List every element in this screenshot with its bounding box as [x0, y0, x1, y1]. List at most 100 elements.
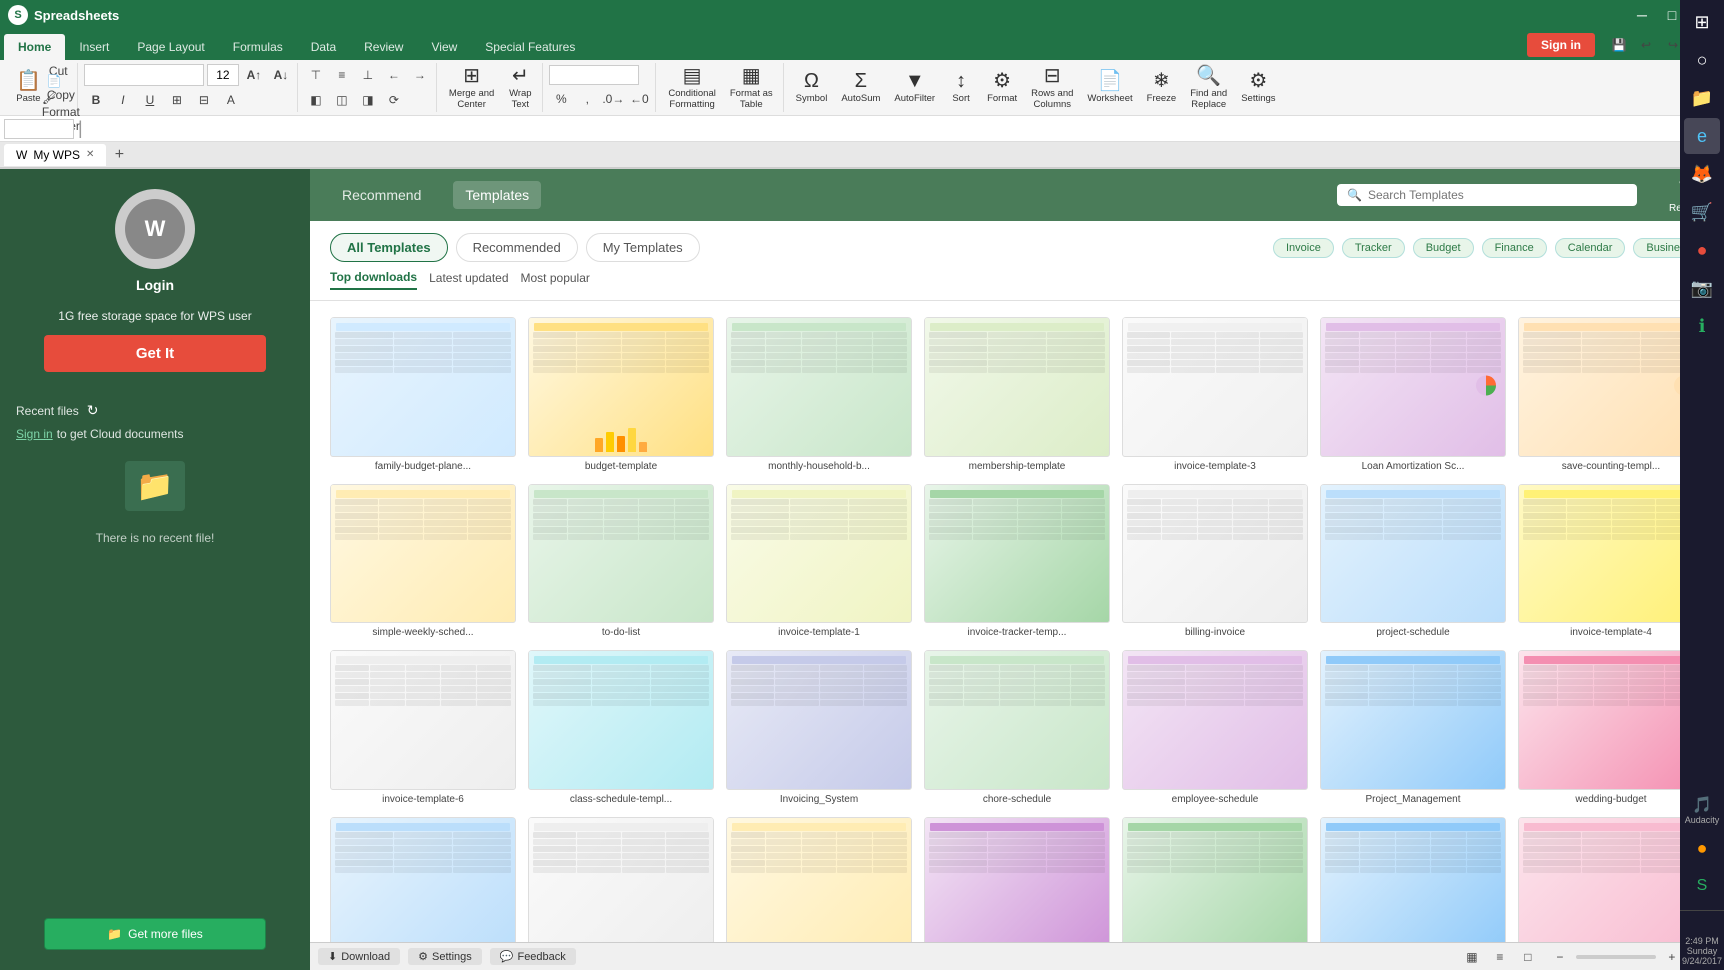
symbol-button[interactable]: Ω Symbol	[790, 65, 834, 111]
template-item[interactable]: chore-schedule	[924, 650, 1110, 805]
win-explorer-icon[interactable]: 📁	[1684, 80, 1720, 116]
bold-button[interactable]: B	[84, 89, 108, 111]
comma-button[interactable]: ,	[575, 88, 599, 110]
win-wps-sheet-icon[interactable]: S	[1684, 868, 1720, 904]
template-item[interactable]: billing-invoice	[1122, 484, 1308, 639]
filter-all-templates[interactable]: All Templates	[330, 233, 448, 262]
add-sheet-button[interactable]: +	[108, 144, 130, 166]
win-firefox-icon[interactable]: 🦊	[1684, 156, 1720, 192]
nav-templates[interactable]: Templates	[453, 181, 541, 209]
nav-recommend[interactable]: Recommend	[330, 181, 433, 209]
feedback-button[interactable]: 💬 Feedback	[490, 948, 576, 965]
template-item[interactable]: project-schedule	[1320, 484, 1506, 639]
get-it-button[interactable]: Get It	[44, 335, 266, 372]
percent-button[interactable]: %	[549, 88, 573, 110]
win-orange-dot-icon[interactable]: ●	[1684, 830, 1720, 866]
signin-button[interactable]: Sign in	[1527, 33, 1595, 57]
format-button[interactable]: ⚙ Format	[981, 65, 1023, 111]
cat-invoice[interactable]: Invoice	[1273, 238, 1334, 258]
view-grid-button[interactable]: ▦	[1460, 946, 1484, 968]
template-item[interactable]: budget-template	[528, 317, 714, 472]
tab-review[interactable]: Review	[350, 34, 417, 60]
toolbar-icon-1[interactable]: 💾	[1607, 34, 1631, 56]
get-more-files-button[interactable]: 📁 Get more files	[44, 918, 266, 950]
template-item[interactable]: wedding-budget	[1518, 650, 1704, 805]
tab-data[interactable]: Data	[297, 34, 350, 60]
template-item[interactable]: monthly-household-b...	[726, 317, 912, 472]
tab-view[interactable]: View	[417, 34, 471, 60]
merge-button[interactable]: ⊟	[192, 89, 216, 111]
zoom-slider[interactable]	[1576, 955, 1656, 959]
formula-input[interactable]	[87, 119, 1720, 139]
tab-close-icon[interactable]: ✕	[86, 149, 94, 160]
view-list-button[interactable]: ≡	[1488, 946, 1512, 968]
merge-center-button[interactable]: ⊞ Merge andCenter	[443, 65, 500, 111]
tab-special-features[interactable]: Special Features	[471, 34, 589, 60]
rows-columns-button[interactable]: ⊟ Rows andColumns	[1025, 65, 1079, 111]
tab-home[interactable]: Home	[4, 34, 65, 60]
underline-button[interactable]: U	[138, 89, 162, 111]
win-info-icon[interactable]: ℹ	[1684, 308, 1720, 344]
dec-increase-button[interactable]: .0→	[601, 88, 625, 110]
cell-ref-input[interactable]	[4, 119, 74, 139]
win-edge-icon[interactable]: e	[1684, 118, 1720, 154]
template-item[interactable]: invoice-template-6	[330, 650, 516, 805]
filter-my-templates[interactable]: My Templates	[586, 233, 700, 262]
template-item[interactable]: membership-template	[924, 317, 1110, 472]
template-item[interactable]: Invoicing_System	[726, 650, 912, 805]
freeze-button[interactable]: ❄ Freeze	[1141, 65, 1183, 111]
number-format-input[interactable]	[549, 65, 639, 85]
template-item[interactable]: invoice-template-4	[1518, 484, 1704, 639]
template-item[interactable]: to-do-list	[528, 484, 714, 639]
template-item[interactable]: employee-schedule	[1122, 650, 1308, 805]
cat-finance[interactable]: Finance	[1482, 238, 1547, 258]
wrap-text-button[interactable]: ↵ WrapText	[502, 65, 538, 111]
win-start-icon[interactable]: ⊞	[1684, 4, 1720, 40]
indent-inc-button[interactable]: →	[408, 64, 432, 86]
border-button[interactable]: ⊞	[165, 89, 189, 111]
font-decrease-button[interactable]: A↓	[269, 64, 293, 86]
template-item[interactable]: template-row4-3	[726, 817, 912, 943]
settings-status-button[interactable]: ⚙ Settings	[408, 948, 482, 965]
template-item[interactable]: template-row4-4	[924, 817, 1110, 943]
find-replace-button[interactable]: 🔍 Find andReplace	[1184, 65, 1233, 111]
cat-calendar[interactable]: Calendar	[1555, 238, 1626, 258]
cat-budget[interactable]: Budget	[1413, 238, 1474, 258]
template-item[interactable]: invoice-tracker-temp...	[924, 484, 1110, 639]
worksheet-button[interactable]: 📄 Worksheet	[1081, 65, 1138, 111]
font-increase-button[interactable]: A↑	[242, 64, 266, 86]
cat-tracker[interactable]: Tracker	[1342, 238, 1405, 258]
font-family-input[interactable]	[84, 64, 204, 86]
win-store-icon[interactable]: 🛒	[1684, 194, 1720, 230]
toolbar-icon-2[interactable]: ↩	[1634, 34, 1658, 56]
format-as-table-button[interactable]: ▦ Format asTable	[724, 65, 779, 111]
win-audacity-icon[interactable]: 🎵 Audacity	[1684, 792, 1720, 828]
font-color-button[interactable]: A	[219, 89, 243, 111]
template-item[interactable]: Loan Amortization Sc...	[1320, 317, 1506, 472]
align-center-button[interactable]: ◫	[330, 89, 354, 111]
align-middle-button[interactable]: ≡	[330, 64, 354, 86]
minimize-button[interactable]: ─	[1628, 4, 1656, 26]
settings-ribbon-button[interactable]: ⚙ Settings	[1235, 65, 1281, 111]
sheet-tab-mywps[interactable]: W My WPS ✕	[4, 144, 106, 166]
conditional-formatting-button[interactable]: ▤ ConditionalFormatting	[662, 65, 722, 111]
sub-most-popular[interactable]: Most popular	[521, 271, 590, 289]
download-button[interactable]: ⬇ Download	[318, 948, 400, 965]
template-item[interactable]: invoice-template-1	[726, 484, 912, 639]
view-page-button[interactable]: □	[1516, 946, 1540, 968]
template-item[interactable]: template-row4-7	[1518, 817, 1704, 943]
filter-recommended[interactable]: Recommended	[456, 233, 578, 262]
tab-insert[interactable]: Insert	[65, 34, 123, 60]
search-input[interactable]	[1368, 188, 1627, 202]
recent-files-refresh-icon[interactable]: ↻	[87, 402, 99, 419]
italic-button[interactable]: I	[111, 89, 135, 111]
sub-top-downloads[interactable]: Top downloads	[330, 270, 417, 290]
template-item[interactable]: simple-weekly-sched...	[330, 484, 516, 639]
template-item[interactable]: Project_Management	[1320, 650, 1506, 805]
template-item[interactable]: invoice-template-3	[1122, 317, 1308, 472]
sort-button[interactable]: ↕ Sort	[943, 65, 979, 111]
align-right-button[interactable]: ◨	[356, 89, 380, 111]
sub-latest-updated[interactable]: Latest updated	[429, 271, 508, 289]
tab-page-layout[interactable]: Page Layout	[123, 34, 218, 60]
template-item[interactable]: family-budget-plane...	[330, 317, 516, 472]
